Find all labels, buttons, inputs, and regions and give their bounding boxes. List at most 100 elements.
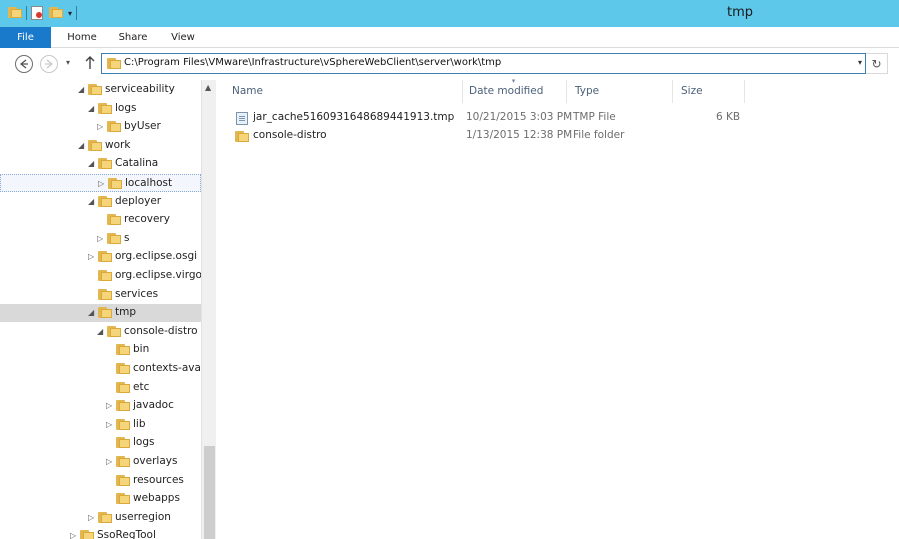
address-dropdown-icon[interactable]: ▾ bbox=[858, 58, 862, 67]
address-path[interactable]: C:\Program Files\VMware\Infrastructure\v… bbox=[124, 57, 501, 68]
column-header-size[interactable]: Size bbox=[673, 80, 745, 103]
folder-icon bbox=[107, 214, 121, 226]
tree-item-tmp[interactable]: ◢ tmp bbox=[0, 304, 201, 323]
forward-arrow-icon bbox=[45, 59, 54, 69]
collapsed-arrow-icon[interactable]: ▷ bbox=[97, 122, 105, 132]
tree-item-recovery[interactable]: recovery bbox=[0, 211, 201, 229]
folder-icon bbox=[80, 530, 94, 539]
tree-item-localhost[interactable]: ▷ localhost bbox=[0, 174, 201, 192]
refresh-icon: ↻ bbox=[871, 57, 882, 71]
expanded-arrow-icon[interactable]: ◢ bbox=[88, 159, 96, 169]
tree-item-logs[interactable]: logs bbox=[0, 434, 201, 452]
expanded-arrow-icon[interactable]: ◢ bbox=[78, 141, 86, 151]
tree-item-services[interactable]: services bbox=[0, 286, 201, 304]
folder-icon bbox=[116, 456, 130, 467]
back-button[interactable] bbox=[15, 55, 33, 73]
folder-icon bbox=[98, 102, 112, 114]
tree-item-resources[interactable]: resources bbox=[0, 472, 201, 490]
scroll-thumb[interactable] bbox=[204, 446, 215, 539]
tree-item-label: webapps bbox=[133, 492, 180, 505]
up-arrow-icon bbox=[85, 56, 95, 69]
tree-item-contexts-availa[interactable]: contexts-availa bbox=[0, 360, 213, 378]
tree-item-s[interactable]: ▷ s bbox=[0, 230, 201, 248]
navigation-scrollbar[interactable]: ▲ bbox=[201, 80, 216, 539]
tab-view[interactable]: View bbox=[164, 27, 202, 48]
tree-item-label: SsoRegTool bbox=[97, 529, 156, 539]
column-header-name[interactable]: Name bbox=[224, 80, 463, 103]
tree-item-org-eclipse-virgo-sh[interactable]: org.eclipse.virgo.sh bbox=[0, 267, 216, 285]
folder-icon bbox=[107, 121, 121, 133]
collapsed-arrow-icon[interactable]: ▷ bbox=[88, 252, 96, 262]
tree-item-catalina[interactable]: ◢ Catalina bbox=[0, 155, 201, 173]
recent-locations-icon[interactable]: ▾ bbox=[66, 58, 70, 67]
collapsed-arrow-icon[interactable]: ▷ bbox=[97, 234, 105, 244]
file-row[interactable]: console-distro 1/13/2015 12:38 PM File f… bbox=[216, 127, 899, 145]
tree-item-etc[interactable]: etc bbox=[0, 379, 201, 397]
tab-file[interactable]: File bbox=[0, 27, 51, 48]
tree-item-label: deployer bbox=[115, 194, 162, 207]
collapsed-arrow-icon[interactable]: ▷ bbox=[98, 179, 106, 189]
forward-button[interactable] bbox=[40, 55, 58, 73]
tree-item-label: logs bbox=[133, 436, 155, 449]
tab-home[interactable]: Home bbox=[63, 27, 101, 48]
folder-icon bbox=[116, 493, 130, 505]
tree-item-bin[interactable]: bin bbox=[0, 341, 201, 359]
expanded-arrow-icon[interactable]: ◢ bbox=[97, 327, 105, 337]
tree-item-label: etc bbox=[133, 380, 150, 393]
folder-icon bbox=[98, 195, 112, 207]
file-type: TMP File bbox=[573, 111, 616, 123]
tree-item-deployer[interactable]: ◢ deployer bbox=[0, 193, 201, 211]
tree-item-label: bin bbox=[133, 343, 150, 356]
folder-icon bbox=[116, 400, 130, 412]
expanded-arrow-icon[interactable]: ◢ bbox=[88, 197, 96, 207]
tree-item-javadoc[interactable]: ▷ javadoc bbox=[0, 397, 201, 415]
sort-descending-icon: ▾ bbox=[511, 77, 516, 85]
column-header-date[interactable]: ▾ Date modified bbox=[461, 77, 567, 103]
tree-item-label: javadoc bbox=[133, 399, 174, 412]
collapsed-arrow-icon[interactable]: ▷ bbox=[106, 420, 114, 430]
collapsed-arrow-icon[interactable]: ▷ bbox=[70, 531, 78, 539]
refresh-button[interactable]: ↻ bbox=[866, 53, 888, 74]
folder-icon bbox=[88, 139, 102, 151]
collapsed-arrow-icon[interactable]: ▷ bbox=[88, 513, 96, 523]
folder-icon bbox=[98, 288, 112, 300]
scroll-up-icon[interactable]: ▲ bbox=[205, 83, 211, 92]
tree-item-label: tmp bbox=[115, 306, 137, 319]
tree-item-webapps[interactable]: webapps bbox=[0, 490, 201, 508]
expanded-arrow-icon[interactable]: ◢ bbox=[78, 85, 86, 95]
column-header-type[interactable]: Type bbox=[567, 80, 673, 103]
address-bar[interactable]: C:\Program Files\VMware\Infrastructure\v… bbox=[101, 53, 866, 74]
tree-item-org-eclipse-osgi[interactable]: ▷ org.eclipse.osgi bbox=[0, 248, 201, 266]
folder-icon bbox=[116, 381, 130, 393]
tree-item-lib[interactable]: ▷ lib bbox=[0, 416, 201, 434]
file-name: console-distro bbox=[253, 129, 327, 141]
tree-item-label: byUser bbox=[124, 120, 161, 133]
tree-item-label: overlays bbox=[133, 455, 178, 467]
expanded-arrow-icon[interactable]: ◢ bbox=[88, 104, 96, 114]
tab-share[interactable]: Share bbox=[114, 27, 152, 48]
file-list: Name ▾ Date modified Type Size jar_cache… bbox=[216, 77, 899, 539]
back-arrow-icon bbox=[19, 59, 28, 69]
tree-item-byuser[interactable]: ▷ byUser bbox=[0, 118, 201, 136]
tree-item-label: localhost bbox=[125, 177, 173, 189]
file-icon bbox=[236, 112, 248, 125]
file-size: 6 KB bbox=[716, 111, 741, 123]
tree-item-overlays[interactable]: ▷ overlays bbox=[0, 453, 201, 471]
tree-item-label: userregion bbox=[115, 510, 171, 523]
tree-item-work[interactable]: ◢ work bbox=[0, 137, 201, 155]
collapsed-arrow-icon[interactable]: ▷ bbox=[106, 457, 114, 467]
file-row[interactable]: jar_cache5160931648689441913.tmp 10/21/2… bbox=[216, 109, 899, 127]
folder-icon bbox=[98, 251, 112, 263]
tree-item-userregion[interactable]: ▷ userregion bbox=[0, 509, 201, 527]
folder-icon bbox=[235, 131, 249, 142]
collapsed-arrow-icon[interactable]: ▷ bbox=[106, 401, 114, 411]
tree-item-label: work bbox=[105, 138, 131, 151]
folder-icon bbox=[98, 270, 112, 281]
tree-item-console-distro[interactable]: ◢ console-distro bbox=[0, 323, 201, 341]
tree-item-ssoregtool[interactable]: ▷ SsoRegTool bbox=[0, 527, 201, 539]
file-date: 1/13/2015 12:38 PM bbox=[466, 129, 573, 141]
tree-item-logs[interactable]: ◢ logs bbox=[0, 100, 201, 118]
tree-item-serviceability[interactable]: ◢ serviceability bbox=[0, 81, 201, 99]
expanded-arrow-icon[interactable]: ◢ bbox=[88, 308, 96, 318]
up-one-level-button[interactable] bbox=[83, 54, 97, 72]
